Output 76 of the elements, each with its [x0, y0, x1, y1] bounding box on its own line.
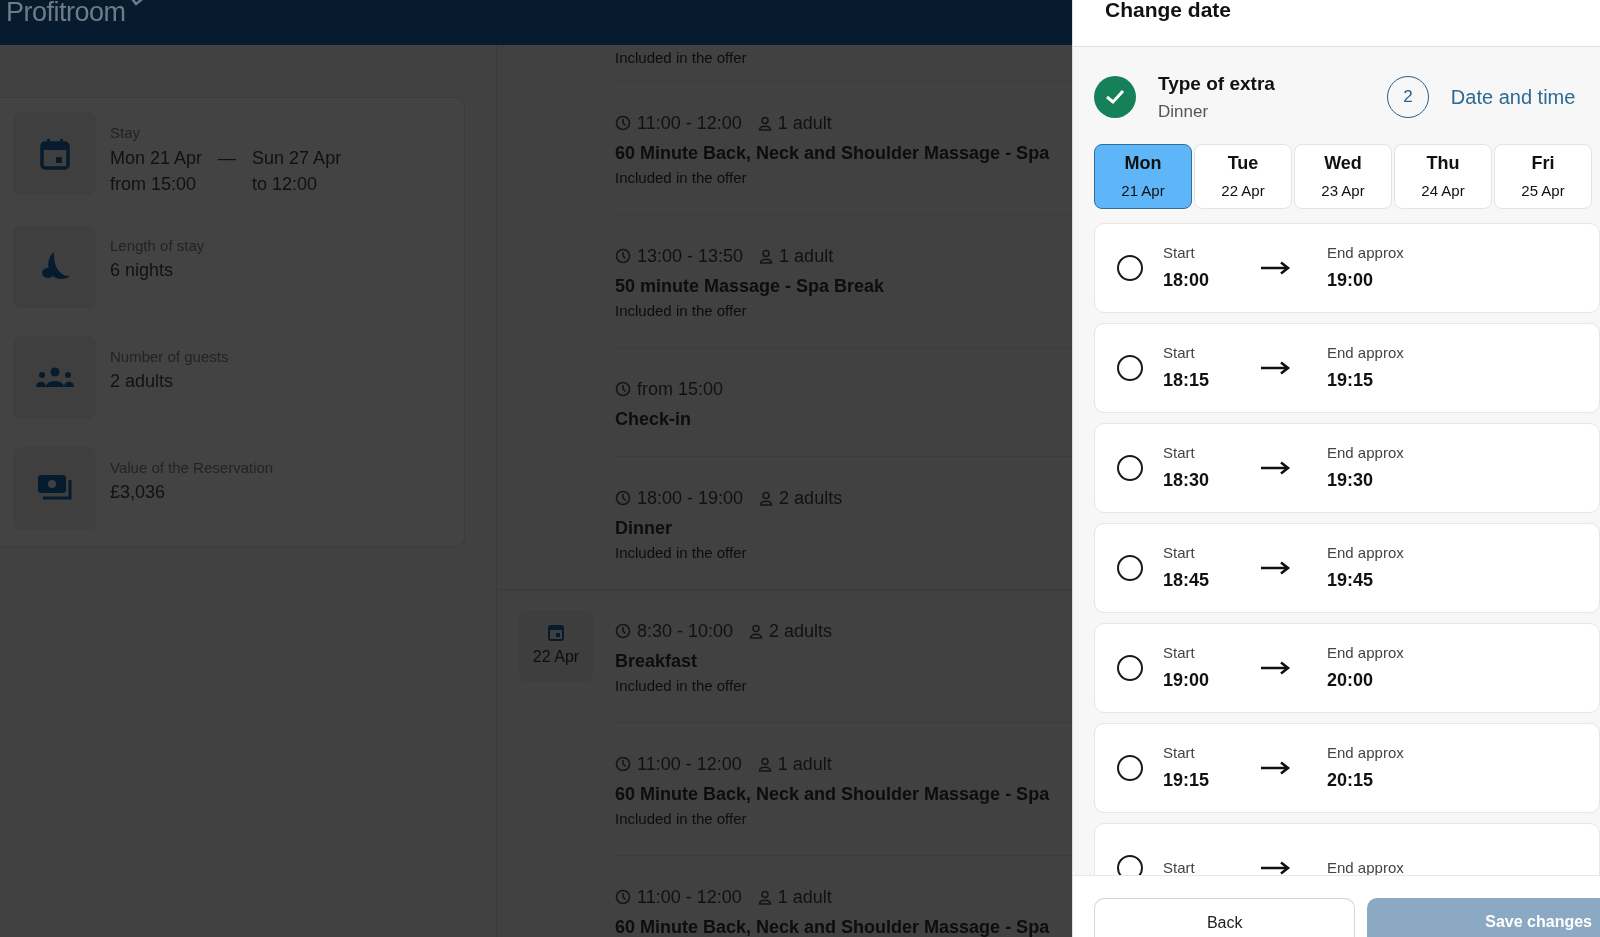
arrow-icon [1261, 861, 1291, 875]
end-time: 20:15 [1327, 768, 1375, 792]
radio-button[interactable] [1117, 755, 1143, 781]
person-icon [759, 248, 774, 264]
end-time: 19:45 [1327, 568, 1375, 592]
clock-icon [615, 115, 631, 131]
cash-icon [36, 474, 73, 502]
arrow-icon [1261, 761, 1291, 775]
time-slot-card[interactable]: Start 18:45 End approx 19:45 [1094, 523, 1600, 613]
clock-icon [615, 623, 631, 639]
step-title: Date and time [1450, 85, 1576, 110]
time-slot-card[interactable]: Start 18:00 End approx 19:00 [1094, 223, 1600, 313]
time-slot-card[interactable]: Start 18:15 End approx 19:15 [1094, 323, 1600, 413]
arrow-icon [1261, 661, 1291, 675]
start-label: Start [1163, 543, 1196, 564]
drawer-title: Change date [1105, 0, 1233, 20]
start-time: 18:00 [1163, 268, 1211, 292]
end-label: End approx [1327, 743, 1404, 764]
start-label: Start [1163, 243, 1196, 264]
arrow-icon [1261, 361, 1291, 375]
end-label: End approx [1327, 243, 1404, 264]
person-icon [759, 490, 774, 506]
start-label: Start [1163, 743, 1196, 764]
day-tab[interactable]: Wed 23 Apr [1294, 144, 1392, 209]
end-label: End approx [1327, 643, 1404, 664]
person-icon [757, 756, 772, 772]
end-time: 19:30 [1327, 468, 1375, 492]
day-tab[interactable]: Fri 25 Apr [1494, 144, 1592, 209]
end-time: 20:00 [1327, 668, 1375, 692]
start-time: 18:30 [1163, 468, 1211, 492]
person-icon [749, 623, 764, 639]
step-subtitle: Dinner [1158, 100, 1210, 123]
radio-button[interactable] [1117, 455, 1143, 481]
start-time: 18:15 [1163, 368, 1211, 392]
clock-icon [615, 490, 631, 506]
start-label: Start [1163, 343, 1196, 364]
start-label: Start [1163, 857, 1196, 875]
arrow-icon [1261, 461, 1291, 475]
arrow-icon [1261, 561, 1291, 575]
dash-text: — [218, 146, 237, 170]
time-slot-card[interactable]: Start End approx [1094, 823, 1600, 875]
person-icon [757, 889, 772, 905]
radio-button[interactable] [1117, 355, 1143, 381]
clock-icon [615, 889, 631, 905]
end-label: End approx [1327, 443, 1404, 464]
radio-button[interactable] [1117, 555, 1143, 581]
radio-button[interactable] [1117, 255, 1143, 281]
start-time: 18:45 [1163, 568, 1211, 592]
end-label: End approx [1327, 543, 1404, 564]
calendar-icon [39, 137, 70, 170]
time-slot-card[interactable]: Start 19:15 End approx 20:15 [1094, 723, 1600, 813]
clock-icon [615, 381, 631, 397]
start-label: Start [1163, 643, 1196, 664]
end-time: 19:15 [1327, 368, 1375, 392]
radio-button[interactable] [1117, 655, 1143, 681]
back-button[interactable]: Back [1094, 898, 1356, 937]
start-time: 19:00 [1163, 668, 1211, 692]
day-tab[interactable]: Tue 22 Apr [1194, 144, 1292, 209]
person-icon [757, 115, 772, 131]
day-tab[interactable]: Mon 21 Apr [1094, 144, 1192, 209]
end-label: End approx [1327, 343, 1404, 364]
end-label: End approx [1327, 857, 1404, 875]
calendar-icon [548, 623, 564, 641]
clock-icon [615, 248, 631, 264]
time-slot-card[interactable]: Start 19:00 End approx 20:00 [1094, 623, 1600, 713]
group-icon [35, 367, 74, 387]
end-time: 19:00 [1327, 268, 1375, 292]
start-label: Start [1163, 443, 1196, 464]
day-tab[interactable]: Thu 24 Apr [1394, 144, 1492, 209]
arrow-icon [1261, 261, 1291, 275]
logo-text[interactable]: Profitroom [6, 0, 126, 26]
time-slot-card[interactable]: Start 18:30 End approx 19:30 [1094, 423, 1600, 513]
clock-icon [615, 756, 631, 772]
start-time: 19:15 [1163, 768, 1211, 792]
moon-icon [39, 250, 70, 282]
step-title: Type of extra [1158, 72, 1275, 96]
